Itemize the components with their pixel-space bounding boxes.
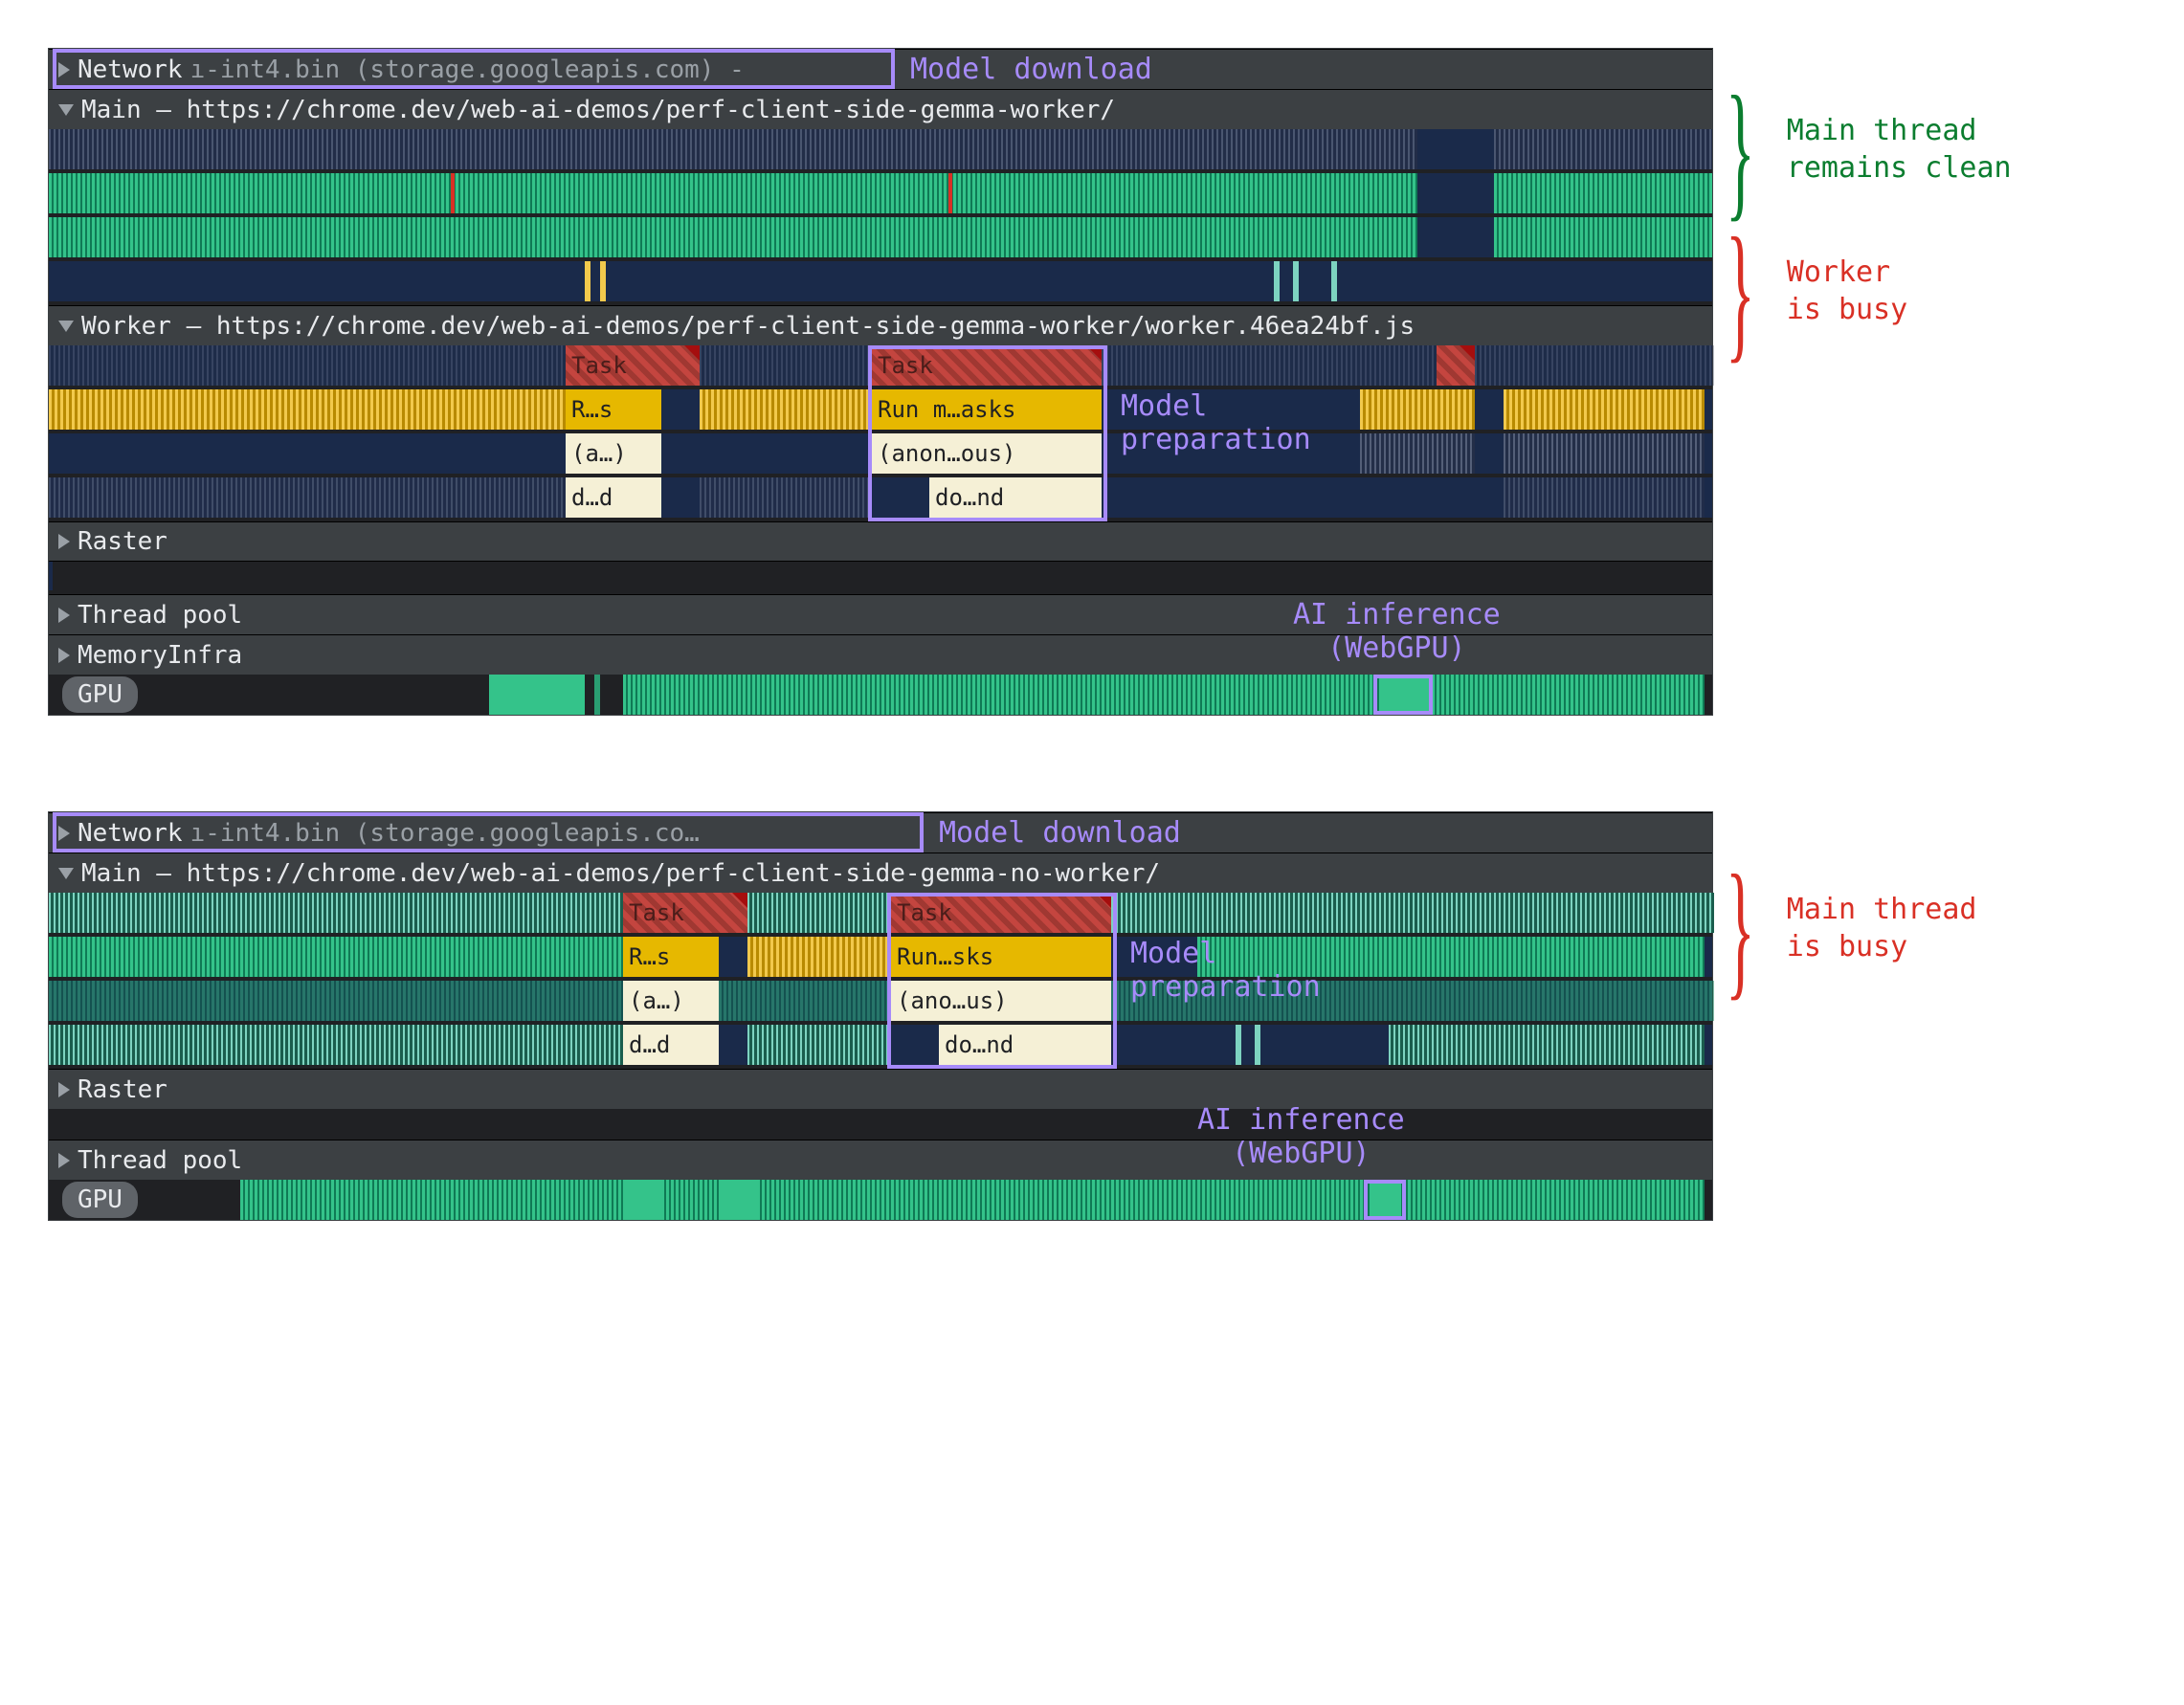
triangle-right-icon [58,1082,70,1097]
main-row1[interactable] [49,129,1712,169]
threadpool-header[interactable]: Thread pool [49,594,1712,634]
block-dd: d…d [623,1025,719,1065]
main-row2[interactable] [49,173,1712,213]
main-row4[interactable]: d…d do…nd [49,1025,1712,1065]
note-worker-busy: Worker is busy [1787,254,1907,328]
block-rs: R…s [566,389,661,430]
raster-track[interactable] [49,562,1712,590]
worker-row2[interactable]: R…s Run m…asks [49,389,1712,430]
raster-track[interactable] [49,1109,1712,1136]
worker-header[interactable]: Worker — https://chrome.dev/web-ai-demos… [49,305,1712,345]
triangle-right-icon [58,608,70,623]
main-row2[interactable]: R…s Run…sks [49,937,1712,977]
main-header[interactable]: Main — https://chrome.dev/web-ai-demos/p… [49,89,1712,129]
main-row1[interactable]: Task Task [49,893,1712,933]
main-row4[interactable] [49,261,1712,301]
main-section: Main — https://chrome.dev/web-ai-demos/p… [49,852,1712,1065]
raster-label: Raster [78,527,167,556]
block-rs: R…s [623,937,719,977]
network-section: Network ı-int4.bin (storage.googleapis.c… [49,812,1712,852]
brace-icon: } [1726,230,1755,352]
gpu-row[interactable]: GPU [49,1180,1712,1220]
block-dd: d…d [566,477,661,518]
brace-icon: } [1726,867,1755,989]
block-runmasks: Run m…asks [872,389,1102,430]
task-block: Task [872,345,1102,386]
main-section: Main — https://chrome.dev/web-ai-demos/p… [49,89,1712,301]
worker-row1[interactable]: Task Task [49,345,1712,386]
threadpool-label: Thread pool [78,601,242,630]
brace-icon: } [1726,88,1755,210]
network-file: ı-int4.bin (storage.googleapis.co… [190,819,700,848]
block-a: (a…) [566,433,661,474]
threadpool-label: Thread pool [78,1146,242,1175]
triangle-down-icon [58,321,74,332]
main-row3[interactable] [49,217,1712,257]
network-file: ı-int4.bin (storage.googleapis.com) - [190,55,745,84]
task-block: Task [623,893,747,933]
triangle-down-icon [58,104,74,116]
gpu-row[interactable]: GPU [49,675,1712,715]
worker-label: Worker — https://chrome.dev/web-ai-demos… [81,312,1415,341]
worker-row3[interactable]: (a…) (anon…ous) [49,433,1712,474]
block-runsks: Run…sks [891,937,1111,977]
triangle-right-icon [58,534,70,549]
network-header[interactable]: Network ı-int4.bin (storage.googleapis.c… [49,812,1712,852]
threadpool-header[interactable]: Thread pool [49,1140,1712,1180]
bottom-side-notes: } Main thread is busy [1713,811,1976,989]
network-header[interactable]: Network ı-int4.bin (storage.googleapis.c… [49,49,1712,89]
block-dond: do…nd [929,477,1102,518]
triangle-right-icon [58,62,70,78]
triangle-right-icon [58,826,70,841]
worker-row4[interactable]: d…d do…nd [49,477,1712,518]
network-label: Network [78,55,183,84]
note-main-busy: Main thread is busy [1787,891,1977,965]
bottom-panel: Network ı-int4.bin (storage.googleapis.c… [48,811,1713,1221]
task-block: Task [566,345,700,386]
memoryinfra-label: MemoryInfra [78,641,242,670]
bottom-panel-wrap: Network ı-int4.bin (storage.googleapis.c… [48,811,2136,1221]
top-panel: Network ı-int4.bin (storage.googleapis.c… [48,48,1713,716]
main-label: Main — https://chrome.dev/web-ai-demos/p… [81,859,1160,888]
triangle-down-icon [58,868,74,879]
main-row3[interactable]: (a…) (ano…us) [49,981,1712,1021]
main-header[interactable]: Main — https://chrome.dev/web-ai-demos/p… [49,852,1712,893]
top-side-notes: } Main thread remains clean } Worker is … [1713,48,2012,352]
network-section: Network ı-int4.bin (storage.googleapis.c… [49,49,1712,89]
main-label: Main — https://chrome.dev/web-ai-demos/p… [81,96,1115,124]
block-a: (a…) [623,981,719,1021]
raster-label: Raster [78,1075,167,1104]
triangle-right-icon [58,1153,70,1168]
memoryinfra-header[interactable]: MemoryInfra [49,634,1712,675]
triangle-right-icon [58,648,70,663]
top-panel-wrap: Network ı-int4.bin (storage.googleapis.c… [48,48,2136,716]
note-main-clean: Main thread remains clean [1787,112,2012,187]
worker-section: Worker — https://chrome.dev/web-ai-demos… [49,305,1712,518]
block-anonous: (anon…ous) [872,433,1102,474]
task-block: Task [891,893,1111,933]
block-anous: (ano…us) [891,981,1111,1021]
block-dond: do…nd [939,1025,1111,1065]
raster-header[interactable]: Raster [49,521,1712,562]
network-label: Network [78,819,183,848]
raster-header[interactable]: Raster [49,1069,1712,1109]
